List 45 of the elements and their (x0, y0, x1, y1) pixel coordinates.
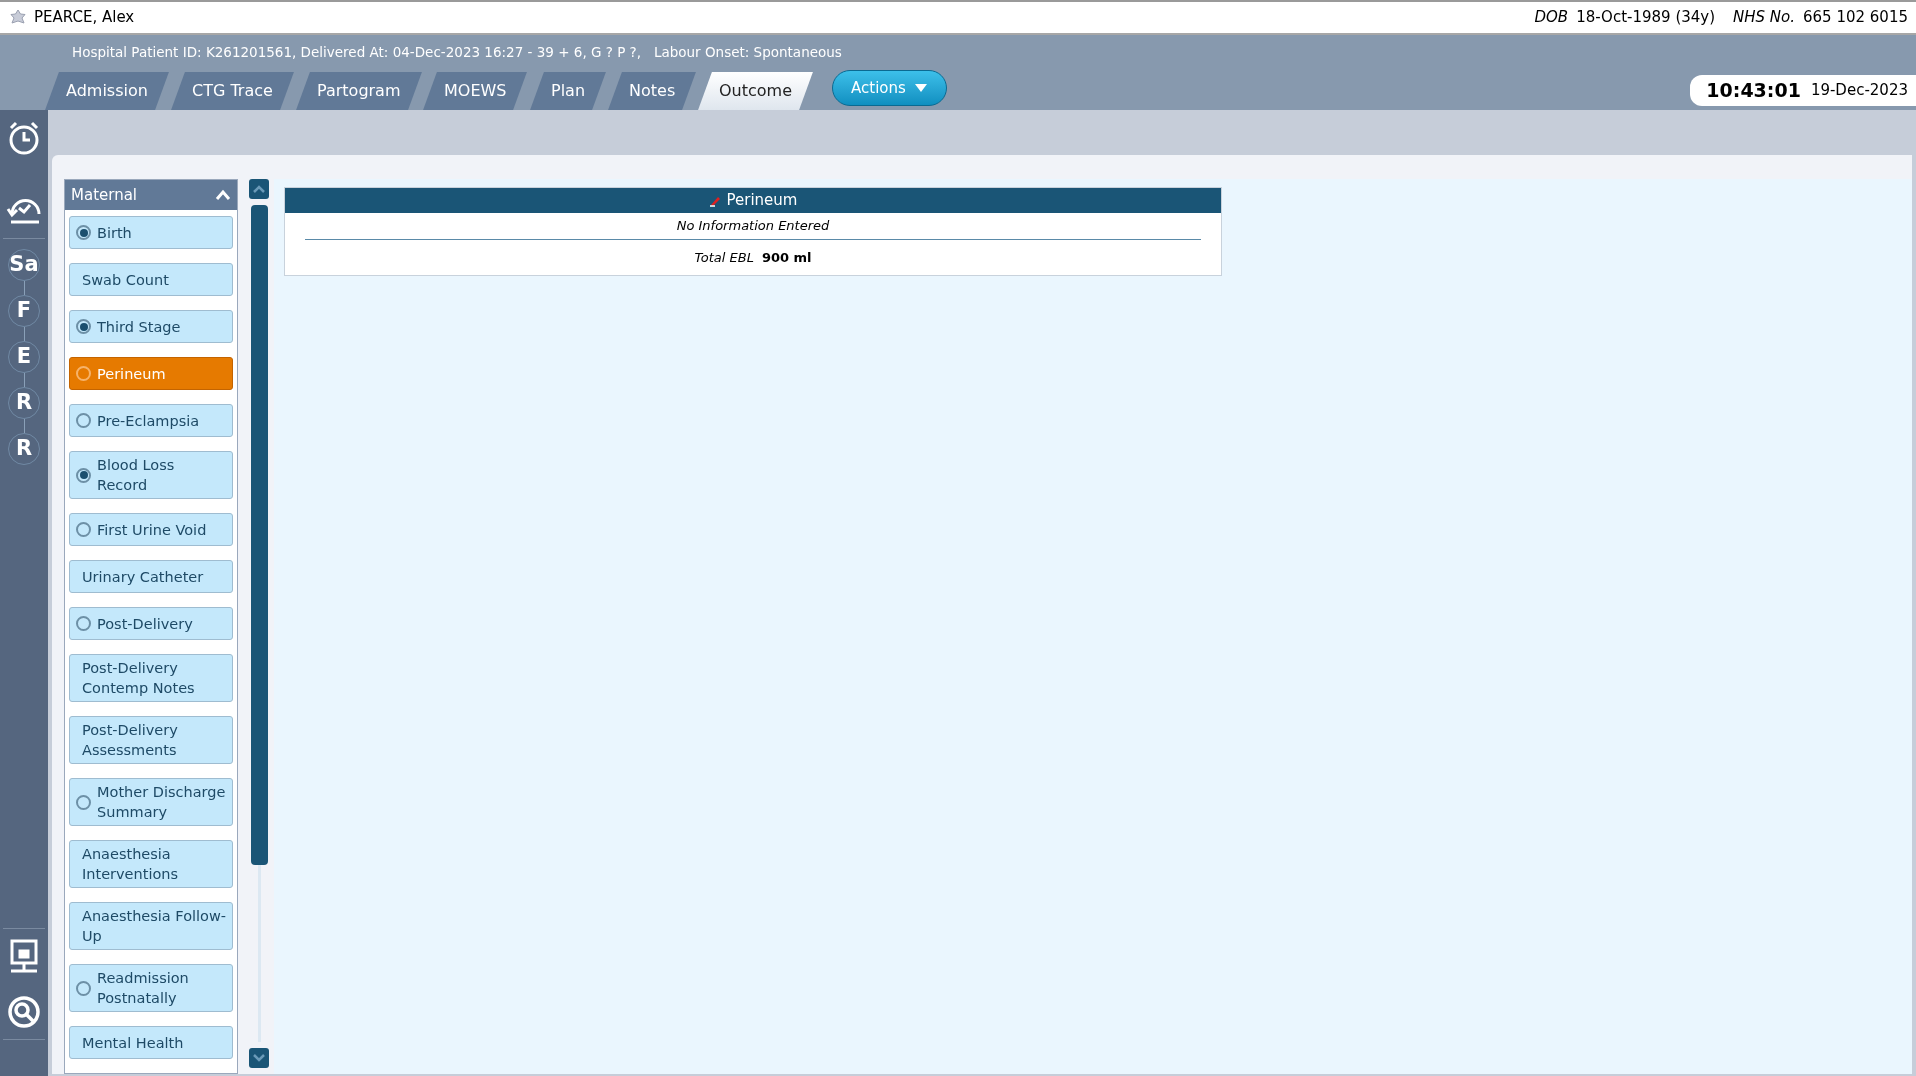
ebl-value: 900 ml (761, 248, 812, 267)
nav-item[interactable]: Urinary Catheter (69, 560, 233, 593)
tab[interactable]: Partogram (295, 72, 422, 110)
chevron-down-icon (253, 1054, 265, 1062)
patient-name: PEARCE, Alex (34, 7, 135, 29)
clock-time: 10:43:01 (1706, 78, 1801, 104)
tab[interactable]: MOEWS (423, 72, 528, 110)
nav-item[interactable]: Post-Delivery (69, 607, 233, 640)
tab[interactable]: Notes (607, 72, 696, 110)
nav-item[interactable]: Mother Discharge Summary (69, 778, 233, 826)
pencil-icon (708, 194, 721, 207)
chevron-up-icon (253, 185, 265, 193)
section-title: Perineum (726, 190, 798, 212)
search-icon (7, 995, 41, 1029)
nav-item[interactable]: First Urine Void (69, 513, 233, 546)
dob-value: 18-Oct-1989 (34y) (1576, 7, 1716, 29)
scroll-down-button[interactable] (249, 1048, 269, 1068)
network-monitor-icon (9, 939, 39, 975)
nav-item[interactable]: Anaesthesia Follow-Up (69, 902, 233, 950)
no-info-message: No Information Entered (676, 217, 830, 235)
nav-item[interactable]: Readmission Postnatally (69, 964, 233, 1012)
tab[interactable]: Plan (529, 72, 606, 110)
scroll-up-button[interactable] (249, 179, 269, 199)
nav-item[interactable]: Swab Count (69, 263, 233, 296)
nav-item[interactable]: Third Stage (69, 310, 233, 343)
nav-item[interactable]: Anaesthesia Interventions (69, 840, 233, 888)
tab[interactable]: CTG Trace (171, 72, 294, 110)
scrollbar-thumb[interactable] (250, 205, 268, 865)
nhs-label: NHS No. (1733, 7, 1795, 29)
sidebar-title: Maternal (71, 184, 137, 206)
tab[interactable]: Admission (45, 72, 169, 110)
ebl-label: Total EBL (694, 248, 754, 267)
nav-item[interactable]: Mental Health (69, 1026, 233, 1059)
tab[interactable]: Outcome (698, 72, 813, 110)
patient-summary: Hospital Patient ID: K261201561, Delivered At: 04-Dec-2023 16:27 - 39 + 6, G ? P ?, Labour Onset: Spontaneous (72, 42, 842, 62)
nav-item[interactable]: Pre-Eclampsia (69, 404, 233, 437)
nav-item[interactable]: Birth (69, 216, 233, 249)
clock-date: 19-Dec-2023 (1810, 80, 1908, 102)
nav-item[interactable]: Blood Loss Record (69, 451, 233, 499)
nav-item[interactable]: Post-Delivery Contemp Notes (69, 654, 233, 702)
nhs-value: 665 102 6015 (1803, 7, 1908, 29)
caret-icon (913, 83, 928, 93)
dob-label: DOB (1534, 7, 1569, 29)
sidebar-header[interactable]: Maternal (65, 180, 237, 210)
nav-item[interactable]: Post-Delivery Assessments (69, 716, 233, 764)
